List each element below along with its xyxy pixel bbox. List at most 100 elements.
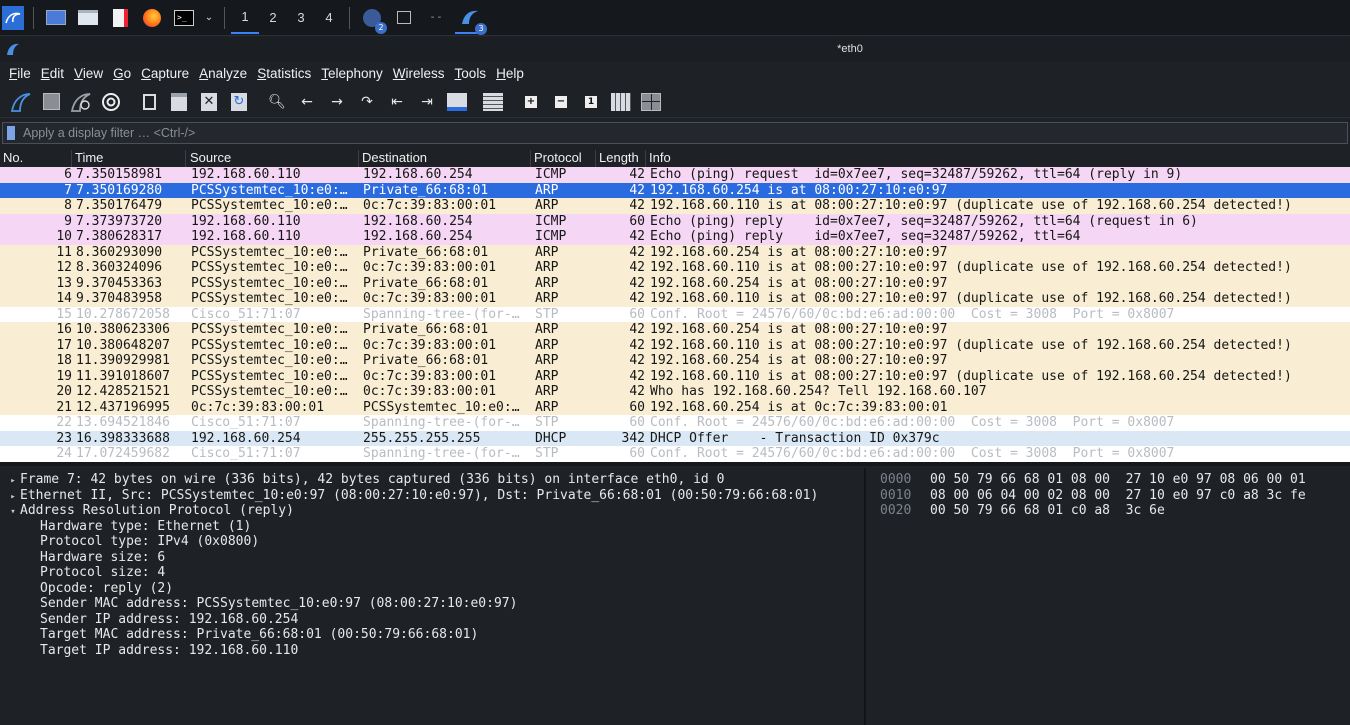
window-icon[interactable]: [391, 5, 417, 31]
pane-splitter[interactable]: [0, 462, 1350, 466]
cell-destination: 0c:7c:39:83:00:01: [363, 337, 497, 353]
packet-row[interactable]: 24 17.072459682 Cisco_51:71:07 Spanning-tre…: [0, 446, 1350, 462]
packet-row[interactable]: 23 16.398333688 192.168.60.254 255.255.255.…: [0, 430, 1350, 446]
packet-bytes-pane[interactable]: 0000 00 50 79 66 68 01 08 00 27 10 e0 97 …: [868, 468, 1350, 725]
packet-row[interactable]: 18 11.390929981 PCSSystemtec_10:e0:… Privat…: [0, 353, 1350, 369]
forward-arrow-icon[interactable]: →: [324, 89, 350, 115]
packet-row[interactable]: 21 12.437196995 0c:7c:39:83:00:01 PCSSystem…: [0, 399, 1350, 415]
menu-analyze[interactable]: Analyze: [194, 66, 252, 81]
packet-row[interactable]: 20 12.428521521 PCSSystemtec_10:e0:… 0c:7c:…: [0, 384, 1350, 400]
cell-no: 16: [56, 322, 72, 337]
wireshark-task-icon[interactable]: 3: [455, 2, 487, 35]
menu-go[interactable]: Go: [108, 66, 136, 81]
detail-field[interactable]: Target IP address: 192.168.60.110: [26, 643, 298, 659]
window-dots-icon[interactable]: - -: [423, 5, 449, 31]
cell-length: 60: [629, 306, 645, 322]
firefox-icon[interactable]: [139, 5, 165, 31]
packet-row[interactable]: 16 10.380623306 PCSSystemtec_10:e0:… Privat…: [0, 322, 1350, 338]
menu-view[interactable]: View: [69, 66, 108, 81]
hex-dump-row[interactable]: 0010 08 00 06 04 00 02 08 00 27 10 e0 97 …: [880, 488, 1306, 504]
menu-telephony[interactable]: Telephony: [316, 66, 388, 81]
detail-tree-node[interactable]: ▸ Frame 7: 42 bytes on wire (336 bits), 4…: [6, 472, 724, 488]
stop-capture-icon[interactable]: [38, 89, 64, 115]
menu-tools[interactable]: Tools: [450, 66, 492, 81]
bookmark-icon[interactable]: [3, 124, 19, 142]
back-arrow-icon[interactable]: ←: [294, 89, 320, 115]
packet-row[interactable]: 11 8.360293090 PCSSystemtec_10:e0:… Private…: [0, 244, 1350, 260]
column-header-time[interactable]: Time: [72, 150, 186, 167]
detail-field[interactable]: Sender MAC address: PCSSystemtec_10:e0:9…: [26, 596, 517, 612]
packet-row[interactable]: 13 9.370453363 PCSSystemtec_10:e0:… Private…: [0, 275, 1350, 291]
packet-list[interactable]: No. Time Source Destination Protocol Len…: [0, 149, 1350, 462]
workspace-2[interactable]: 2: [259, 2, 287, 34]
hex-dump-row[interactable]: 0020 00 50 79 66 68 01 c0 a8 3c 6e: [880, 503, 1165, 519]
reload-file-icon[interactable]: ↻: [226, 89, 252, 115]
normal-size-icon[interactable]: 1: [578, 89, 604, 115]
save-file-icon[interactable]: [166, 89, 192, 115]
column-header-info[interactable]: Info: [646, 150, 1346, 167]
text-editor-icon[interactable]: [107, 5, 133, 31]
first-packet-icon[interactable]: ⇤: [384, 89, 410, 115]
kali-menu-icon[interactable]: [2, 5, 24, 30]
packet-row[interactable]: 6 7.350158981 192.168.60.110 192.168.60.254…: [0, 167, 1350, 183]
last-packet-icon[interactable]: ⇥: [414, 89, 440, 115]
menu-capture[interactable]: Capture: [136, 66, 194, 81]
packet-row[interactable]: 22 13.694521846 Cisco_51:71:07 Spanning-tre…: [0, 415, 1350, 431]
column-header-protocol[interactable]: Protocol: [531, 150, 596, 167]
close-file-icon[interactable]: ✕: [196, 89, 222, 115]
packet-row-selected[interactable]: 7 7.350169280 PCSSystemtec_10:e0:… Private_…: [0, 182, 1350, 198]
detail-tree-node[interactable]: ▸ Ethernet II, Src: PCSSystemtec_10:e0:97…: [6, 488, 818, 504]
start-capture-icon[interactable]: [8, 89, 34, 115]
cell-destination: Private_66:68:01: [363, 244, 489, 260]
expanded-arrow-icon[interactable]: ▾: [6, 505, 20, 521]
layout-icon[interactable]: [638, 89, 664, 115]
resize-columns-icon[interactable]: [608, 89, 634, 115]
cell-info: 192.168.60.254 is at 08:00:27:10:e0:97: [650, 275, 948, 291]
detail-field[interactable]: Hardware type: Ethernet (1): [26, 519, 251, 535]
detail-field[interactable]: Opcode: reply (2): [26, 581, 173, 597]
zoom-out-icon[interactable]: −: [548, 89, 574, 115]
search-icon[interactable]: 🔍︎: [264, 89, 290, 115]
detail-field[interactable]: Hardware size: 6: [26, 550, 165, 566]
capture-options-icon[interactable]: [98, 89, 124, 115]
packet-row[interactable]: 8 7.350176479 PCSSystemtec_10:e0:… 0c:7c:39…: [0, 198, 1350, 214]
hex-dump-row[interactable]: 0000 00 50 79 66 68 01 08 00 27 10 e0 97 …: [880, 472, 1306, 488]
packet-row[interactable]: 9 7.373973720 192.168.60.110 192.168.60.254…: [0, 213, 1350, 229]
autoscroll-icon[interactable]: [444, 89, 470, 115]
menu-help[interactable]: Help: [491, 66, 529, 81]
go-to-packet-icon[interactable]: ↷: [354, 89, 380, 115]
packet-row[interactable]: 15 10.278672058 Cisco_51:71:07 Spanning-tre…: [0, 306, 1350, 322]
detail-tree-node[interactable]: ▾ Address Resolution Protocol (reply): [6, 503, 294, 519]
column-header-length[interactable]: Length: [596, 150, 646, 167]
workspace-4[interactable]: 4: [315, 2, 343, 34]
desktop-icon[interactable]: [43, 5, 69, 31]
restart-capture-icon[interactable]: [68, 89, 94, 115]
packet-row[interactable]: 17 10.380648207 PCSSystemtec_10:e0:… 0c:7c:…: [0, 337, 1350, 353]
detail-field[interactable]: Sender IP address: 192.168.60.254: [26, 612, 298, 628]
menu-wireless[interactable]: Wireless: [388, 66, 450, 81]
workspace-1[interactable]: 1: [231, 2, 259, 34]
workspace-3[interactable]: 3: [287, 2, 315, 34]
column-header-destination[interactable]: Destination: [359, 150, 531, 167]
open-file-icon[interactable]: [136, 89, 162, 115]
display-filter-input[interactable]: [19, 123, 1347, 143]
packet-row[interactable]: 19 11.391018607 PCSSystemtec_10:e0:… 0c:7c:…: [0, 368, 1350, 384]
packet-row[interactable]: 10 7.380628317 192.168.60.110 192.168.60.25…: [0, 229, 1350, 245]
detail-field[interactable]: Protocol type: IPv4 (0x0800): [26, 534, 259, 550]
menu-file[interactable]: File: [4, 66, 36, 81]
app-group-icon[interactable]: 2: [359, 5, 387, 34]
column-header-source[interactable]: Source: [187, 150, 359, 167]
column-header-no[interactable]: No.: [0, 150, 72, 167]
detail-field[interactable]: Target MAC address: Private_66:68:01 (00…: [26, 627, 478, 643]
zoom-in-icon[interactable]: +: [518, 89, 544, 115]
chevron-down-icon[interactable]: ⌄: [203, 5, 215, 31]
colorize-icon[interactable]: [480, 89, 506, 115]
detail-field[interactable]: Protocol size: 4: [26, 565, 165, 581]
packet-row[interactable]: 14 9.370483958 PCSSystemtec_10:e0:… 0c:7c:3…: [0, 291, 1350, 307]
menu-statistics[interactable]: Statistics: [252, 66, 316, 81]
terminal-icon[interactable]: >_: [171, 5, 197, 31]
packet-row[interactable]: 12 8.360324096 PCSSystemtec_10:e0:… 0c:7c:3…: [0, 260, 1350, 276]
menu-edit[interactable]: Edit: [36, 66, 69, 81]
files-icon[interactable]: [75, 5, 101, 31]
packet-details-pane[interactable]: ▸ Frame 7: 42 bytes on wire (336 bits), 4…: [0, 468, 866, 725]
